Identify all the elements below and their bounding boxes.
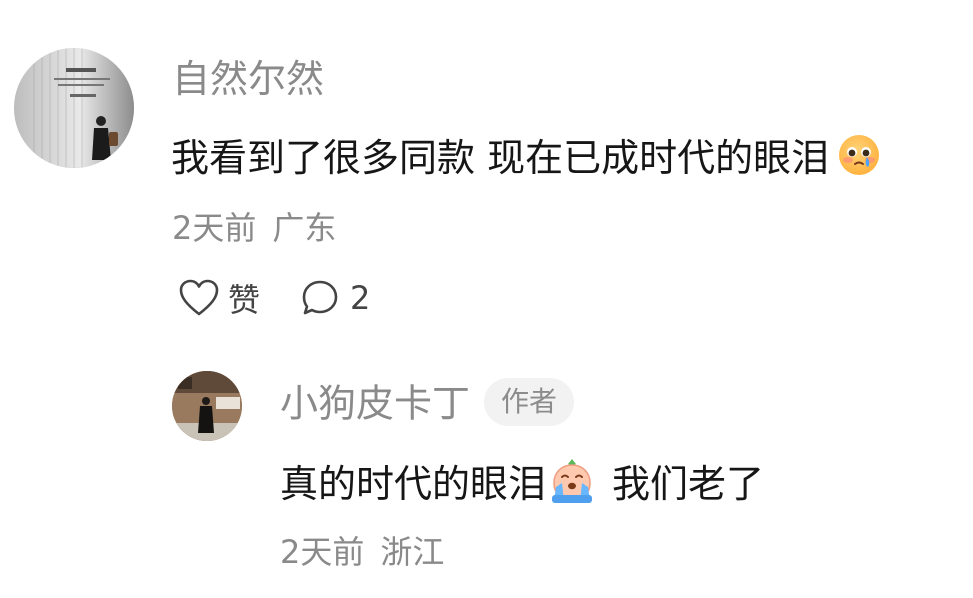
comment-bubble-icon	[302, 280, 338, 315]
reply-button[interactable]: 2	[300, 278, 370, 318]
reply-meta: 2天前 浙江	[280, 536, 444, 568]
reply-count: 2	[350, 279, 371, 317]
author-badge: 作者	[484, 378, 575, 426]
heart-icon	[179, 279, 219, 316]
avatar-photo-icon	[14, 48, 134, 168]
commenter-username[interactable]: 自然尔然	[172, 60, 324, 98]
comment-thread: 自然尔然 我看到了很多同款 现在已成时代的眼泪 2天前 广东 赞 2 小狗皮卡丁…	[0, 0, 973, 598]
avatar-photo-icon	[172, 371, 242, 441]
reply-text-body: 真的时代的眼泪	[280, 462, 547, 506]
comment-location: 广东	[272, 209, 337, 247]
reply-time: 2天前	[280, 533, 365, 571]
crying-peach-icon	[548, 457, 596, 511]
comment-text-body: 我看到了很多同款 现在已成时代的眼泪	[171, 136, 830, 180]
replier-username-row: 小狗皮卡丁 作者	[280, 378, 575, 430]
reply-text: 真的时代的眼泪 我们老了	[280, 457, 764, 511]
like-button[interactable]: 赞	[178, 275, 260, 321]
reply-location: 浙江	[380, 533, 445, 571]
holding-back-tears-icon	[837, 133, 881, 183]
comment-text: 我看到了很多同款 现在已成时代的眼泪	[171, 133, 881, 183]
comment-meta: 2天前 广东	[172, 212, 336, 244]
comment-actions: 赞 2	[178, 276, 370, 320]
reply-text-tail: 我们老了	[612, 462, 765, 506]
replier-username[interactable]: 小狗皮卡丁	[280, 382, 470, 426]
commenter-avatar[interactable]	[14, 48, 134, 168]
like-label: 赞	[228, 281, 261, 319]
comment-time: 2天前	[172, 209, 257, 247]
replier-avatar[interactable]	[172, 371, 242, 441]
